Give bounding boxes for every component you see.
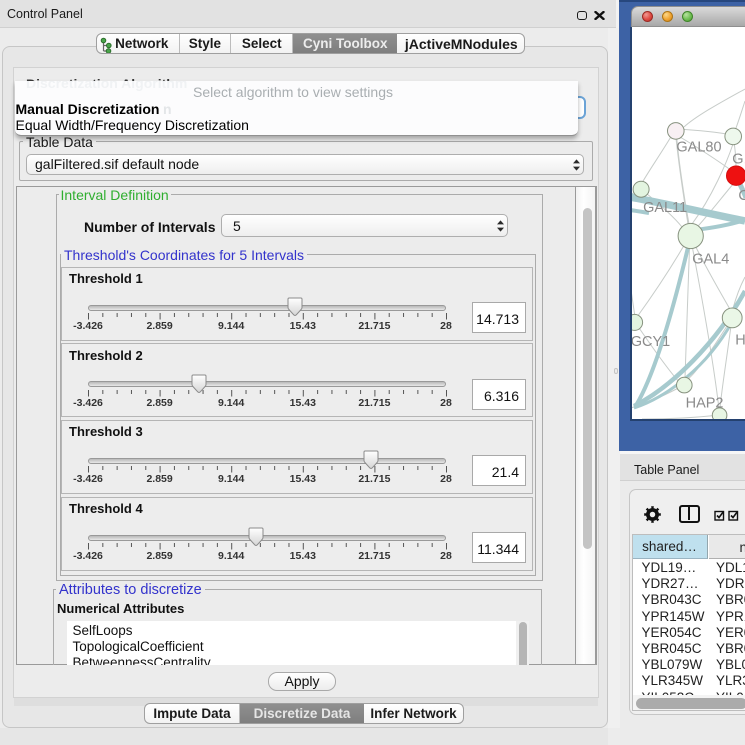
svg-text:GAL4: GAL4 xyxy=(692,252,729,268)
svg-text:HAP2: HAP2 xyxy=(686,395,724,411)
svg-text:GCY1: GCY1 xyxy=(632,334,670,350)
svg-text:G.: G. xyxy=(732,152,745,168)
svg-text:GAL11: GAL11 xyxy=(643,200,687,216)
svg-text:GAL80: GAL80 xyxy=(676,140,721,156)
svg-text:H: H xyxy=(735,333,745,349)
svg-text:C: C xyxy=(738,188,745,204)
